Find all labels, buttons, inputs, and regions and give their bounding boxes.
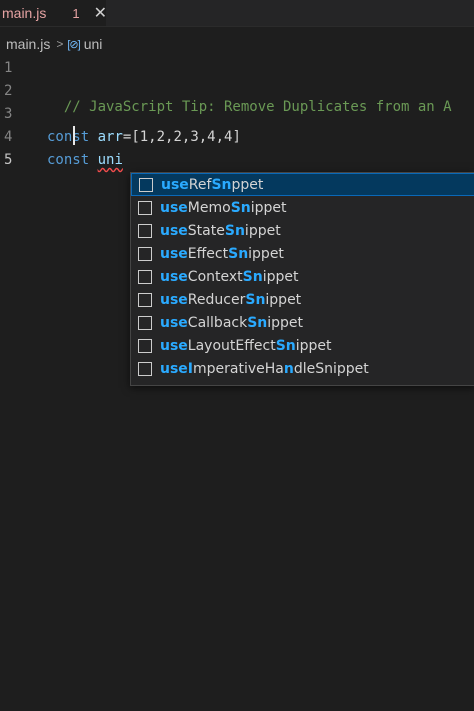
- breadcrumb-file[interactable]: main.js: [6, 36, 50, 52]
- line-number-active: 5: [4, 152, 13, 168]
- comment: // JavaScript Tip: Remove Duplicates fro…: [63, 99, 452, 115]
- breadcrumb-symbol[interactable]: uni: [84, 36, 103, 52]
- suggestion-item[interactable]: useLayoutEffectSnippet: [131, 334, 474, 357]
- line-number: 1: [4, 60, 13, 76]
- variable-name: arr: [97, 129, 123, 145]
- line-number: 4: [4, 129, 13, 145]
- snippet-icon: [138, 269, 152, 284]
- suggestion-item[interactable]: useImperativeHandleSnippet: [131, 357, 474, 380]
- line-number: 2: [4, 83, 13, 99]
- variable-icon: [⊘]: [67, 38, 80, 51]
- snippet-icon: [138, 292, 152, 307]
- suggestion-item[interactable]: useRefSnppet: [131, 173, 474, 196]
- snippet-icon: [138, 200, 152, 215]
- snippet-icon: [138, 361, 152, 376]
- chevron-right-icon: >: [56, 37, 64, 51]
- code-line-comment[interactable]: // JavaScript Tip: Remove Duplicates fro…: [47, 83, 452, 115]
- keyword: const: [47, 152, 90, 168]
- snippet-icon: [138, 246, 152, 261]
- suggestion-list: useRefSnppet useMemoSnippet useStateSnip…: [130, 172, 474, 386]
- code-line-uni[interactable]: const uni: [47, 152, 123, 168]
- code-line-arr[interactable]: const arr=[1,2,2,3,4,4]: [47, 129, 241, 145]
- line-number: 3: [4, 106, 13, 122]
- close-icon[interactable]: ✕: [94, 3, 107, 23]
- array-literal: [1,2,2,3,4,4]: [131, 129, 241, 145]
- mouse-text-cursor: [73, 126, 75, 145]
- tab-main-js[interactable]: main.js 1 ✕: [0, 0, 107, 26]
- suggestion-item[interactable]: useMemoSnippet: [131, 196, 474, 219]
- typed-identifier: uni: [97, 152, 123, 168]
- breadcrumb: main.js > [⊘] uni: [0, 34, 474, 54]
- suggestion-item[interactable]: useReducerSnippet: [131, 288, 474, 311]
- snippet-icon: [138, 338, 152, 353]
- keyword: const: [47, 129, 90, 145]
- tab-filename: main.js: [2, 5, 47, 21]
- snippet-icon: [138, 315, 152, 330]
- suggestion-item[interactable]: useStateSnippet: [131, 219, 474, 242]
- snippet-icon: [138, 223, 152, 238]
- suggestion-item[interactable]: useCallbackSnippet: [131, 311, 474, 334]
- suggestion-item[interactable]: useEffectSnippet: [131, 242, 474, 265]
- snippet-icon: [139, 177, 153, 192]
- problem-count-badge: 1: [72, 5, 80, 21]
- tab-bar: main.js 1 ✕: [0, 0, 474, 27]
- suggestion-item[interactable]: useContextSnippet: [131, 265, 474, 288]
